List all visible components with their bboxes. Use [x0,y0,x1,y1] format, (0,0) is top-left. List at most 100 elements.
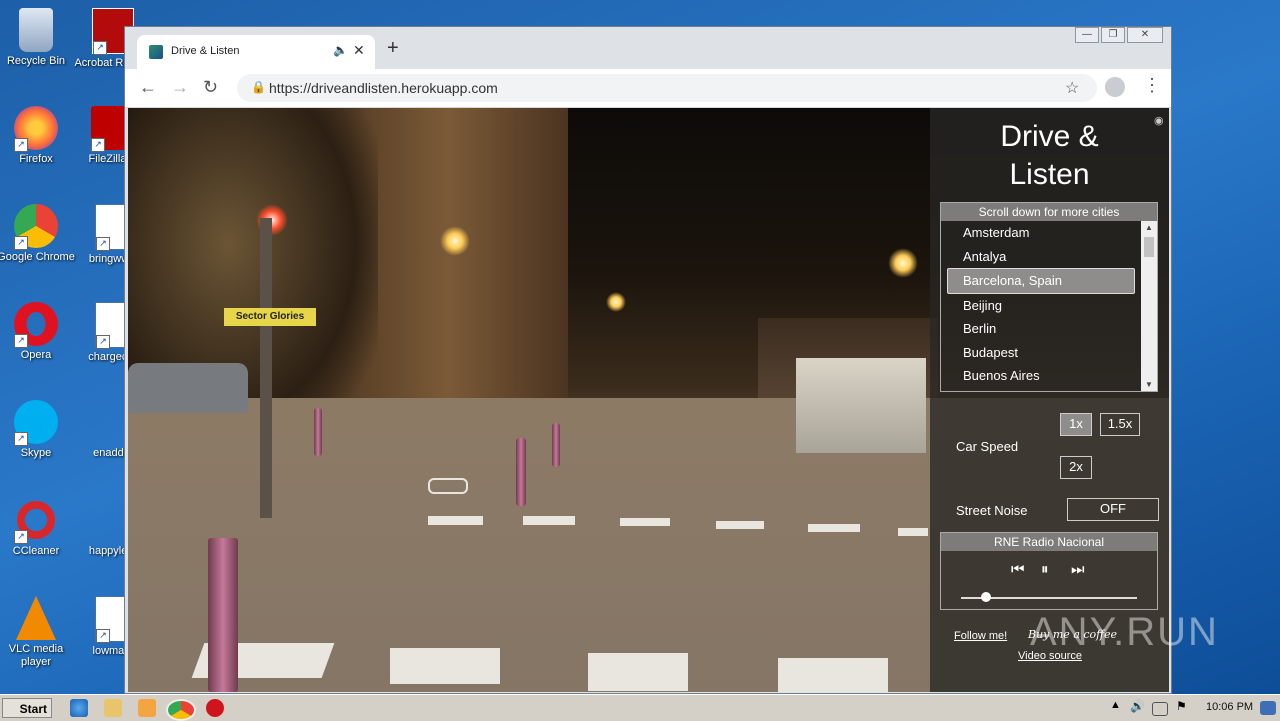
crosswalk-stripe [588,653,688,691]
desktop-icon-skype[interactable]: ↗ Skype [0,400,77,460]
street-view-video[interactable]: Sector Glories ◉ Drive & Listen Scroll d… [128,108,1169,692]
system-clock[interactable]: 10:06 PM [1206,701,1253,713]
recycle-bin-icon [19,8,53,52]
volume-tray-icon[interactable]: 🔊 [1130,699,1148,717]
skype-icon: ↗ [14,400,58,446]
lock-icon: 🔒 [251,80,266,94]
bollard [552,423,560,467]
city-list-box: Scroll down for more cities Amsterdam An… [940,202,1158,392]
crosswalk-stripe [390,648,500,684]
show-desktop-icon[interactable] [1260,701,1276,715]
chrome-taskbar-icon[interactable] [166,699,196,721]
flag-tray-icon[interactable]: ⚑ [1176,699,1194,717]
speed-2x-button[interactable]: 2x [1060,456,1092,479]
internet-explorer-icon[interactable] [70,699,88,717]
opera-icon: ↗ [14,302,58,348]
taskbar: Start ▲ 🔊 ⚑ 10:06 PM [0,694,1280,721]
bollard [314,408,322,456]
maximize-button[interactable]: ❐ [1101,27,1125,43]
watermark-logo: ANY.RUN [1030,610,1219,654]
minimize-button[interactable]: — [1075,27,1099,43]
street-lamp [888,248,918,278]
scroll-up-icon[interactable]: ▲ [1145,223,1153,232]
volume-slider-handle[interactable] [980,592,991,602]
bollard [208,538,238,692]
city-item-barcelona[interactable]: Barcelona, Spain [947,268,1135,294]
scroll-down-icon[interactable]: ▼ [1145,380,1153,389]
network-tray-icon[interactable] [1152,702,1168,716]
speed-1-5x-button[interactable]: 1.5x [1100,413,1140,436]
follow-me-link[interactable]: Follow me! [954,630,1007,642]
speaker-icon[interactable]: 🔈 [333,43,348,57]
radio-station-name: RNE Radio Nacional [941,533,1157,551]
tab-title: Drive & Listen [171,45,240,57]
crosswalk-stripe [898,528,928,536]
folder-icon[interactable] [104,699,122,717]
close-window-button[interactable]: ✕ [1127,27,1163,43]
city-list-header: Scroll down for more cities [941,203,1157,221]
desktop-icon-ccleaner[interactable]: ↗ CCleaner [0,498,77,558]
city-item-budapest[interactable]: Budapest [941,341,1141,365]
city-item-berlin[interactable]: Berlin [941,317,1141,341]
opera-taskbar-icon[interactable] [206,699,224,717]
street-sign-text: Sector Glories [235,311,305,322]
new-tab-button[interactable]: + [387,37,399,60]
forward-icon[interactable]: → [171,77,189,98]
street-lamp [606,292,626,312]
crosswalk-stripe [523,516,575,525]
reload-icon[interactable]: ↻ [203,77,218,98]
url-text: https://driveandlisten.herokuapp.com [269,80,498,96]
browser-menu-icon[interactable]: ⋮ [1143,75,1161,96]
city-list-scrollbar[interactable]: ▲ ▼ [1141,221,1157,391]
city-item-amsterdam[interactable]: Amsterdam [941,221,1141,245]
crosswalk-stripe [778,658,888,692]
browser-toolbar: ← → ↻ 🔒 https://driveandlisten.herokuapp… [125,69,1171,108]
desktop-icon-chrome[interactable]: ↗ Google Chrome [0,204,77,264]
browser-window: Drive & Listen 🔈 ✕ + — ❐ ✕ ← → ↻ 🔒 https… [124,26,1172,694]
car-speed-label: Car Speed [956,439,1019,454]
city-item-beijing[interactable]: Beijing [941,294,1141,318]
close-tab-icon[interactable]: ✕ [353,42,365,59]
tab-drive-and-listen[interactable]: Drive & Listen 🔈 ✕ [137,35,375,69]
crosswalk-stripe [808,524,860,532]
tab-strip: Drive & Listen 🔈 ✕ + — ❐ ✕ [125,27,1171,69]
ccleaner-icon: ↗ [14,498,58,544]
crosswalk-stripe [716,521,764,529]
back-icon[interactable]: ← [139,77,157,98]
app-title: Drive & Listen [1000,120,1099,191]
desktop-icon-firefox[interactable]: ↗ Firefox [0,106,77,166]
desktop-icon-opera[interactable]: ↗ Opera [0,302,77,362]
control-panel: ◉ Drive & Listen Scroll down for more ci… [930,108,1169,692]
favicon-icon [149,45,163,59]
crosswalk-stripe [620,518,670,526]
city-item-antalya[interactable]: Antalya [941,245,1141,269]
bookmark-star-icon[interactable]: ☆ [1065,78,1079,98]
parked-car [128,363,248,413]
pause-icon[interactable]: ⏸ [1041,561,1049,578]
account-avatar-icon[interactable] [1105,77,1125,97]
previous-station-icon[interactable]: ⏮ [1011,561,1025,578]
city-list: Amsterdam Antalya Barcelona, Spain Beiji… [941,221,1141,388]
traffic-light-pole [260,218,272,518]
city-item-buenos-aires[interactable]: Buenos Aires [941,364,1141,388]
street-lamp [440,226,470,256]
next-station-icon[interactable]: ⏭ [1071,561,1085,578]
address-bar[interactable]: 🔒 https://driveandlisten.herokuapp.com [237,74,1097,102]
speed-1x-button[interactable]: 1x [1060,413,1092,436]
tray-arrow-icon[interactable]: ▲ [1110,699,1122,717]
vlc-icon [16,596,56,640]
start-button[interactable]: Start [2,698,52,718]
radio-player: RNE Radio Nacional ⏮ ⏸ ⏭ [940,532,1158,610]
truck [796,358,926,453]
scroll-thumb[interactable] [1144,237,1154,257]
bike-lane-marking [428,478,468,494]
street-noise-label: Street Noise [956,503,1028,518]
media-player-icon[interactable] [138,699,156,717]
desktop-icon-vlc[interactable]: VLC media player [0,596,77,669]
street-noise-toggle[interactable]: OFF [1067,498,1159,521]
desktop-icon-recycle-bin[interactable]: Recycle Bin [0,8,77,68]
firefox-icon: ↗ [14,106,58,152]
crosswalk-stripe [428,516,483,525]
street-sign: Sector Glories [224,308,316,326]
bollard [516,438,526,506]
